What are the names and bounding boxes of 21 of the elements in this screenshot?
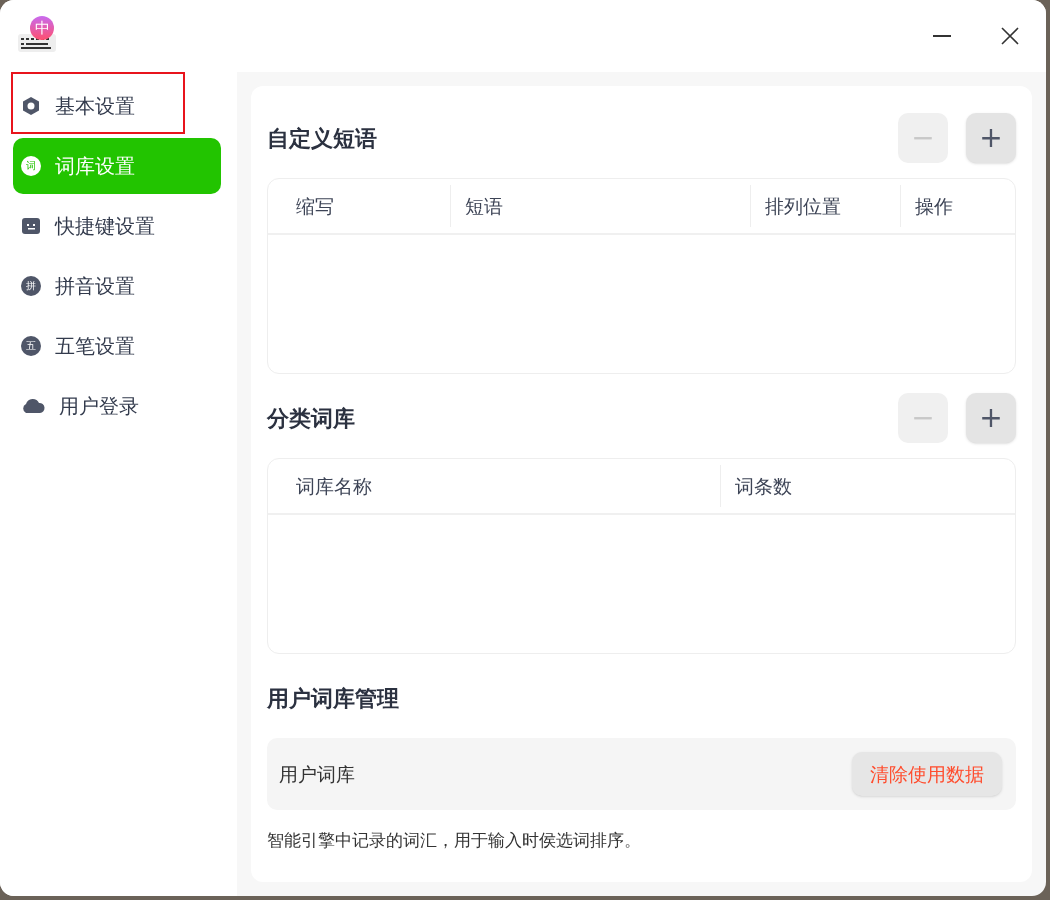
add-button[interactable]: + [966,113,1016,163]
column-header: 排列位置 [765,193,841,219]
sidebar-item[interactable]: 五 五笔设置 [13,318,221,374]
sidebar-item[interactable]: 基本设置 [13,78,221,134]
character-badge-icon: 拼 [21,276,41,296]
character-badge-icon: 五 [21,336,41,356]
sidebar-item[interactable]: 快捷键设置 [13,198,221,254]
row-label: 用户词库 [279,761,355,787]
add-button[interactable]: + [966,393,1016,443]
column-header: 词库名称 [296,473,372,499]
column-header: 缩写 [296,193,334,219]
section-title: 自定义短语 [267,124,377,153]
column-header: 词条数 [735,473,792,499]
sidebar-item[interactable]: 用户登录 [13,378,221,434]
character-badge-icon: 词 [21,156,41,176]
column-header: 短语 [465,193,503,219]
section-title: 用户词库管理 [267,684,399,713]
section-title: 分类词库 [267,404,355,433]
sidebar-item[interactable]: 拼 拼音设置 [13,258,221,314]
column-header: 操作 [915,193,953,219]
description-text: 智能引擎中记录的词汇，用于输入时侯选词排序。 [267,829,642,852]
